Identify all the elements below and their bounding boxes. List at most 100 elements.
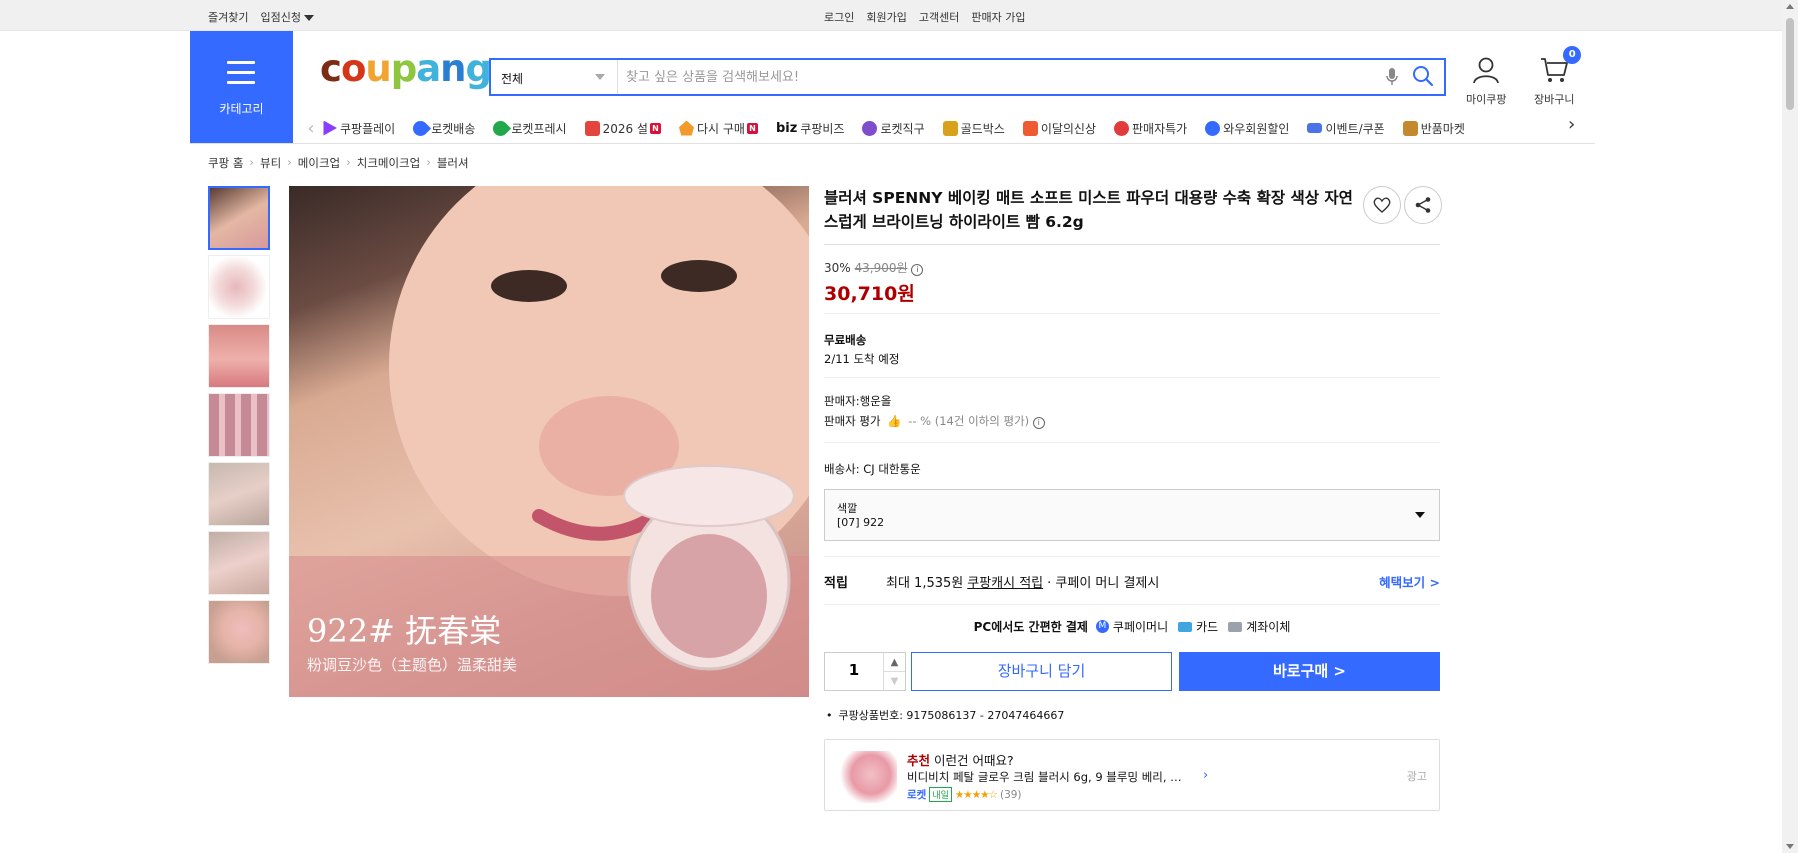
hamburger-icon [227,61,255,91]
nav-item-wow-discount[interactable]: 와우회원할인 [1205,120,1289,137]
scroll-thumb[interactable] [1786,18,1794,110]
seller-name[interactable]: 행운올 [860,394,892,408]
share-button[interactable] [1404,186,1442,224]
arrival-date: 2/11 도착 예정 [824,352,900,366]
search-icon[interactable] [1412,65,1434,91]
buy-now-button[interactable]: 바로구매 > [1179,652,1440,691]
nav-item-goldbox[interactable]: 골드박스 [942,120,1005,137]
breadcrumb-item[interactable]: 블러셔 [437,155,469,171]
breadcrumb-item[interactable]: 쿠팡 홈 [208,155,243,171]
customer-center-link[interactable]: 고객센터 [919,9,959,25]
cart-button[interactable]: 0 장바구니 [1534,46,1582,107]
page-scrollbar[interactable] [1782,0,1798,853]
coupay-money-label: 쿠페이머니 [1112,620,1169,634]
payment-methods: PC에서도 간편한 결제 M 쿠페이머니 카드 계좌이체 [824,618,1440,635]
nav-item-coupang-play[interactable]: 쿠팡플레이 [322,120,395,137]
reward-suffix: · 쿠페이 머니 결제시 [1047,576,1160,591]
thumbnail[interactable] [208,600,270,664]
title-divider [824,244,1440,245]
nav-item-coupang-biz[interactable]: biz 쿠팡비즈 [776,120,845,137]
signup-link[interactable]: 회원가입 [866,9,906,25]
nav-item-rocket-global[interactable]: 로켓직구 [862,120,925,137]
increment-icon[interactable]: ▲ [883,653,905,672]
breadcrumb-item[interactable]: 메이크업 [298,155,340,171]
coupang-cash-link[interactable]: 쿠팡캐시 적립 [967,572,1043,591]
chevron-right-icon: › [426,155,431,169]
ad-label: 광고 [1406,770,1427,783]
quantity-input[interactable] [825,661,883,679]
nav-item-reorder[interactable]: 다시 구매 N [678,120,758,137]
nav-item-return-market[interactable]: 반품마켓 [1402,120,1465,137]
thumbnail[interactable] [208,462,270,526]
info-icon[interactable]: i [1032,417,1045,429]
nav-item-rocket-fresh[interactable]: 로켓프레시 [490,117,567,139]
scroll-up-icon[interactable] [1786,4,1794,9]
info-icon[interactable]: i [911,264,924,276]
cart-count-badge: 0 [1563,46,1582,64]
login-link[interactable]: 로그인 [824,9,854,25]
option-select[interactable]: 색깔 [07] 922 [824,489,1440,541]
search-scope-select[interactable]: 전체 [491,60,618,94]
thumbnail[interactable] [208,531,270,595]
rocket-fresh-icon [490,117,512,139]
category-menu-button[interactable]: 카테고리 [190,31,293,144]
new-badge: N [649,122,661,134]
search-input[interactable] [626,66,1366,88]
wow-icon [1205,120,1221,136]
nav-item-seollal[interactable]: 2026 설N [584,120,661,137]
nav-prev-icon[interactable]: ‹ [300,118,322,139]
thumbnail[interactable] [208,393,270,457]
tomorrow-badge: 내일 [929,787,952,802]
thumbnail[interactable] [208,324,270,388]
scroll-down-icon[interactable] [1786,844,1794,849]
thumbnail[interactable] [208,186,270,250]
nav-item-events-coupons[interactable]: 이벤트/쿠폰 [1307,120,1385,137]
recommended-product-card[interactable]: 추천 이런건 어때요? 비디비치 페탈 글로우 크림 블러시 6g, 9 블루밍… [824,739,1440,811]
gift-icon [584,120,600,136]
rocket-icon: 로켓 [907,789,927,801]
seller-apply-link[interactable]: 입점신청 [260,9,314,25]
nav-item-new-arrivals[interactable]: 이달의신상 [1022,120,1096,137]
thumbs-up-icon: 👍 [887,414,902,428]
breadcrumb-item[interactable]: 뷰티 [260,155,281,171]
star-rating-icon: ★★★★☆ [954,788,998,801]
coupay-icon: M [1095,620,1109,633]
coupang-logo[interactable]: coupang [320,50,492,87]
nav-item-rocket-delivery[interactable]: 로켓배송 [410,117,475,139]
main-product-image[interactable]: 922# 抚春棠 粉调豆沙色（主题色）温柔甜美 [289,186,809,697]
image-caption-main: 922# 抚春棠 [307,612,502,650]
thumbnail[interactable] [208,255,270,319]
nav-next-icon[interactable]: › [1568,114,1575,135]
original-price: 43,900원 [854,261,908,275]
breadcrumb-item[interactable]: 치크메이크업 [357,155,420,171]
share-icon [1415,197,1431,213]
carrier-row: 배송사: CJ 대한통운 [824,462,921,476]
seller-signup-link[interactable]: 판매자 가입 [971,9,1025,25]
product-title: 블러셔 SPENNY 베이킹 매트 소프트 미스트 파우더 대용량 수축 확장 … [824,189,1353,231]
section-divider [824,442,1440,443]
reward-row: 적립 최대 1,535원 쿠팡캐시 적립 · 쿠페이 머니 결제시 혜택보기 > [824,572,1440,591]
product-info-panel: 블러셔 SPENNY 베이킹 매트 소프트 미스트 파우더 대용량 수축 확장 … [824,186,1442,306]
reward-label: 적립 [824,576,848,591]
nav-divider [190,143,1595,144]
market-icon [1402,120,1418,136]
option-label: 색깔 [837,502,858,515]
reward-amount: 최대 1,535원 [886,576,964,591]
nav-item-seller-deals[interactable]: 판매자특가 [1114,120,1187,137]
add-to-cart-button[interactable]: 장바구니 담기 [911,652,1172,691]
benefits-link[interactable]: 혜택보기 > [1379,572,1440,591]
bookmark-link[interactable]: 즐겨찾기 [208,9,248,25]
section-divider [824,604,1440,605]
seller-row: 판매자:행운올 [824,394,892,408]
microphone-icon[interactable] [1385,67,1399,91]
chevron-right-icon: › [249,155,255,169]
chevron-right-icon[interactable]: › [1203,768,1208,783]
percent-icon [1114,120,1130,136]
caret-down-icon [303,15,314,21]
decrement-icon[interactable]: ▼ [883,672,905,691]
option-value: [07] 922 [837,516,885,529]
wishlist-button[interactable] [1363,186,1401,224]
heart-icon [1373,197,1391,213]
my-coupang-button[interactable]: 마이쿠팡 [1466,55,1506,107]
bank-transfer-label: 계좌이체 [1246,620,1291,634]
